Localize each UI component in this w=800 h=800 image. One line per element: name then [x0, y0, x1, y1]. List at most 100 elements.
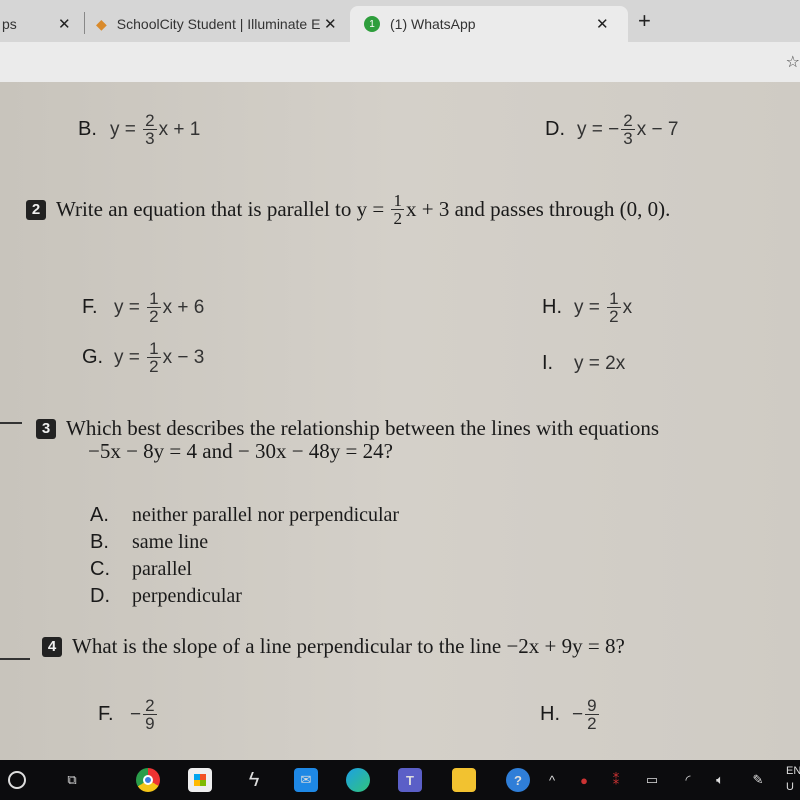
file-explorer-icon[interactable]	[452, 768, 476, 792]
fraction-denominator: 3	[623, 129, 633, 148]
equation-text: x − 7	[636, 118, 679, 140]
tray-app-icon[interactable]: ⁑	[604, 768, 628, 792]
fraction-numerator: 2	[621, 111, 635, 130]
mail-icon[interactable]: ✉	[294, 768, 318, 792]
fraction-denominator: 2	[149, 357, 159, 376]
option-letter: H.	[540, 702, 560, 725]
close-tab-icon[interactable]: ✕	[58, 15, 71, 33]
fraction-denominator: 3	[145, 129, 155, 148]
q3-options: A. neither parallel nor perpendicular B. s…	[90, 502, 399, 610]
question-number: 4	[42, 637, 62, 657]
equation-text: x + 6	[162, 296, 205, 318]
q1-option-b[interactable]: B. y = 23x + 1	[78, 112, 200, 147]
option-letter: B.	[90, 531, 109, 553]
search-circle-icon[interactable]	[8, 771, 26, 789]
volume-icon[interactable]: 🔈︎	[708, 768, 732, 792]
equation: y = 12x + 6	[114, 290, 204, 325]
fraction: 12	[607, 289, 621, 325]
question-text: and passes through (0, 0).	[449, 197, 671, 221]
question-number: 2	[26, 199, 46, 220]
option-text: neither parallel nor perpendicular	[132, 504, 400, 526]
pen-icon[interactable]: ✎	[746, 768, 770, 792]
equation-text: y =	[574, 296, 606, 318]
question-4: 4 What is the slope of a line perpendicul…	[42, 634, 625, 659]
tab-schoolcity[interactable]: ◆ SchoolCity Student | Illuminate E ✕	[92, 6, 342, 42]
q3-option-c[interactable]: C. parallel	[90, 556, 399, 583]
address-bar[interactable]: ☆	[0, 42, 800, 82]
equation-text: x	[622, 296, 633, 318]
new-tab-button[interactable]: +	[638, 8, 651, 34]
tray-chevron-icon[interactable]: ^	[540, 768, 564, 792]
equation: y = 12x	[574, 290, 632, 325]
option-letter: I.	[542, 352, 554, 374]
fraction-numerator: 2	[143, 111, 157, 130]
fraction-denominator: 2	[393, 209, 402, 228]
option-text: parallel	[132, 558, 192, 580]
option-letter: F.	[82, 295, 98, 318]
edge-icon[interactable]	[346, 768, 370, 792]
tab-whatsapp[interactable]: 1 (1) WhatsApp ✕	[350, 6, 628, 42]
tab-title: (1) WhatsApp	[390, 16, 476, 32]
equation-text: y =	[356, 197, 390, 221]
equation: y = −2 3 x − 7	[577, 112, 678, 147]
margin-mark	[0, 422, 22, 424]
option-letter: G.	[82, 345, 104, 368]
question-text: Which best describes the relationship be…	[66, 416, 660, 440]
option-letter: F.	[98, 702, 114, 725]
fraction-denominator: 2	[149, 307, 159, 326]
task-view-icon[interactable]: ⧉	[60, 768, 84, 792]
q2-option-h[interactable]: H. y = 12x	[542, 290, 632, 325]
wifi-icon[interactable]: ◜	[676, 768, 700, 792]
question-text: Write an equation that is parallel to	[56, 197, 357, 221]
battery-icon[interactable]: ▭	[640, 768, 664, 792]
network-error-icon[interactable]: ●	[572, 768, 596, 792]
equation: −2 9	[130, 697, 159, 732]
help-icon[interactable]: ?	[506, 768, 530, 792]
language-code: EN	[786, 765, 800, 777]
equation: y = 2x	[574, 353, 625, 375]
fraction: 23	[143, 111, 157, 148]
q4-option-f[interactable]: F. −2 9	[98, 697, 159, 732]
taskbar: ⧉ ϟ ✉ T ? ^ ● ⁑ ▭ ◜ 🔈︎ ✎ EN U	[0, 760, 800, 800]
option-text: perpendicular	[132, 585, 242, 607]
equation-text: x + 1	[158, 118, 201, 140]
close-tab-icon[interactable]: ✕	[324, 15, 337, 33]
equation: −9 2	[572, 697, 601, 732]
equation-text: −	[130, 703, 142, 725]
option-letter: C.	[90, 558, 110, 580]
equation-text: x − 3	[162, 346, 205, 368]
tab-strip: ps ✕ ◆ SchoolCity Student | Illuminate E…	[0, 0, 800, 42]
q2-option-f[interactable]: F. y = 12x + 6	[82, 290, 204, 325]
teams-icon[interactable]: T	[398, 768, 422, 792]
language-indicator[interactable]: EN U	[786, 763, 800, 795]
fraction-numerator: 1	[391, 191, 404, 210]
question-number: 3	[36, 419, 56, 439]
question-3: 3 Which best describes the relationship b…	[36, 416, 659, 464]
equation-text: x + 3	[405, 197, 450, 221]
close-tab-icon[interactable]: ✕	[596, 15, 609, 33]
q3-option-d[interactable]: D. perpendicular	[90, 583, 399, 610]
fraction: 12	[147, 289, 161, 326]
fraction-numerator: 1	[147, 339, 161, 358]
question-text: What is the slope of a line perpendicula…	[72, 634, 625, 658]
q1-option-d[interactable]: D. y = −2 3 x − 7	[545, 112, 678, 147]
fraction-numerator: 1	[607, 289, 621, 308]
equation-text: −	[572, 703, 584, 725]
fraction-numerator: 1	[147, 289, 161, 308]
q2-option-g[interactable]: G. y = 12x − 3	[82, 340, 204, 375]
fraction: 29	[143, 697, 157, 732]
bolt-app-icon[interactable]: ϟ	[242, 768, 266, 792]
option-letter: B.	[78, 117, 97, 140]
q4-option-h[interactable]: H. −9 2	[540, 697, 601, 732]
store-icon[interactable]	[188, 768, 212, 792]
equation: y = 23x + 1	[110, 112, 200, 147]
q2-option-i[interactable]: I. y = 2x	[542, 350, 625, 377]
fraction: 23	[621, 111, 635, 148]
bookmark-star-icon[interactable]: ☆	[786, 52, 800, 71]
q3-option-a[interactable]: A. neither parallel nor perpendicular	[90, 502, 399, 529]
equation-text: y = −	[577, 118, 620, 140]
tab-title: SchoolCity Student | Illuminate E	[116, 16, 321, 32]
tab-divider	[84, 12, 85, 34]
chrome-icon[interactable]	[136, 768, 160, 792]
q3-option-b[interactable]: B. same line	[90, 529, 399, 556]
